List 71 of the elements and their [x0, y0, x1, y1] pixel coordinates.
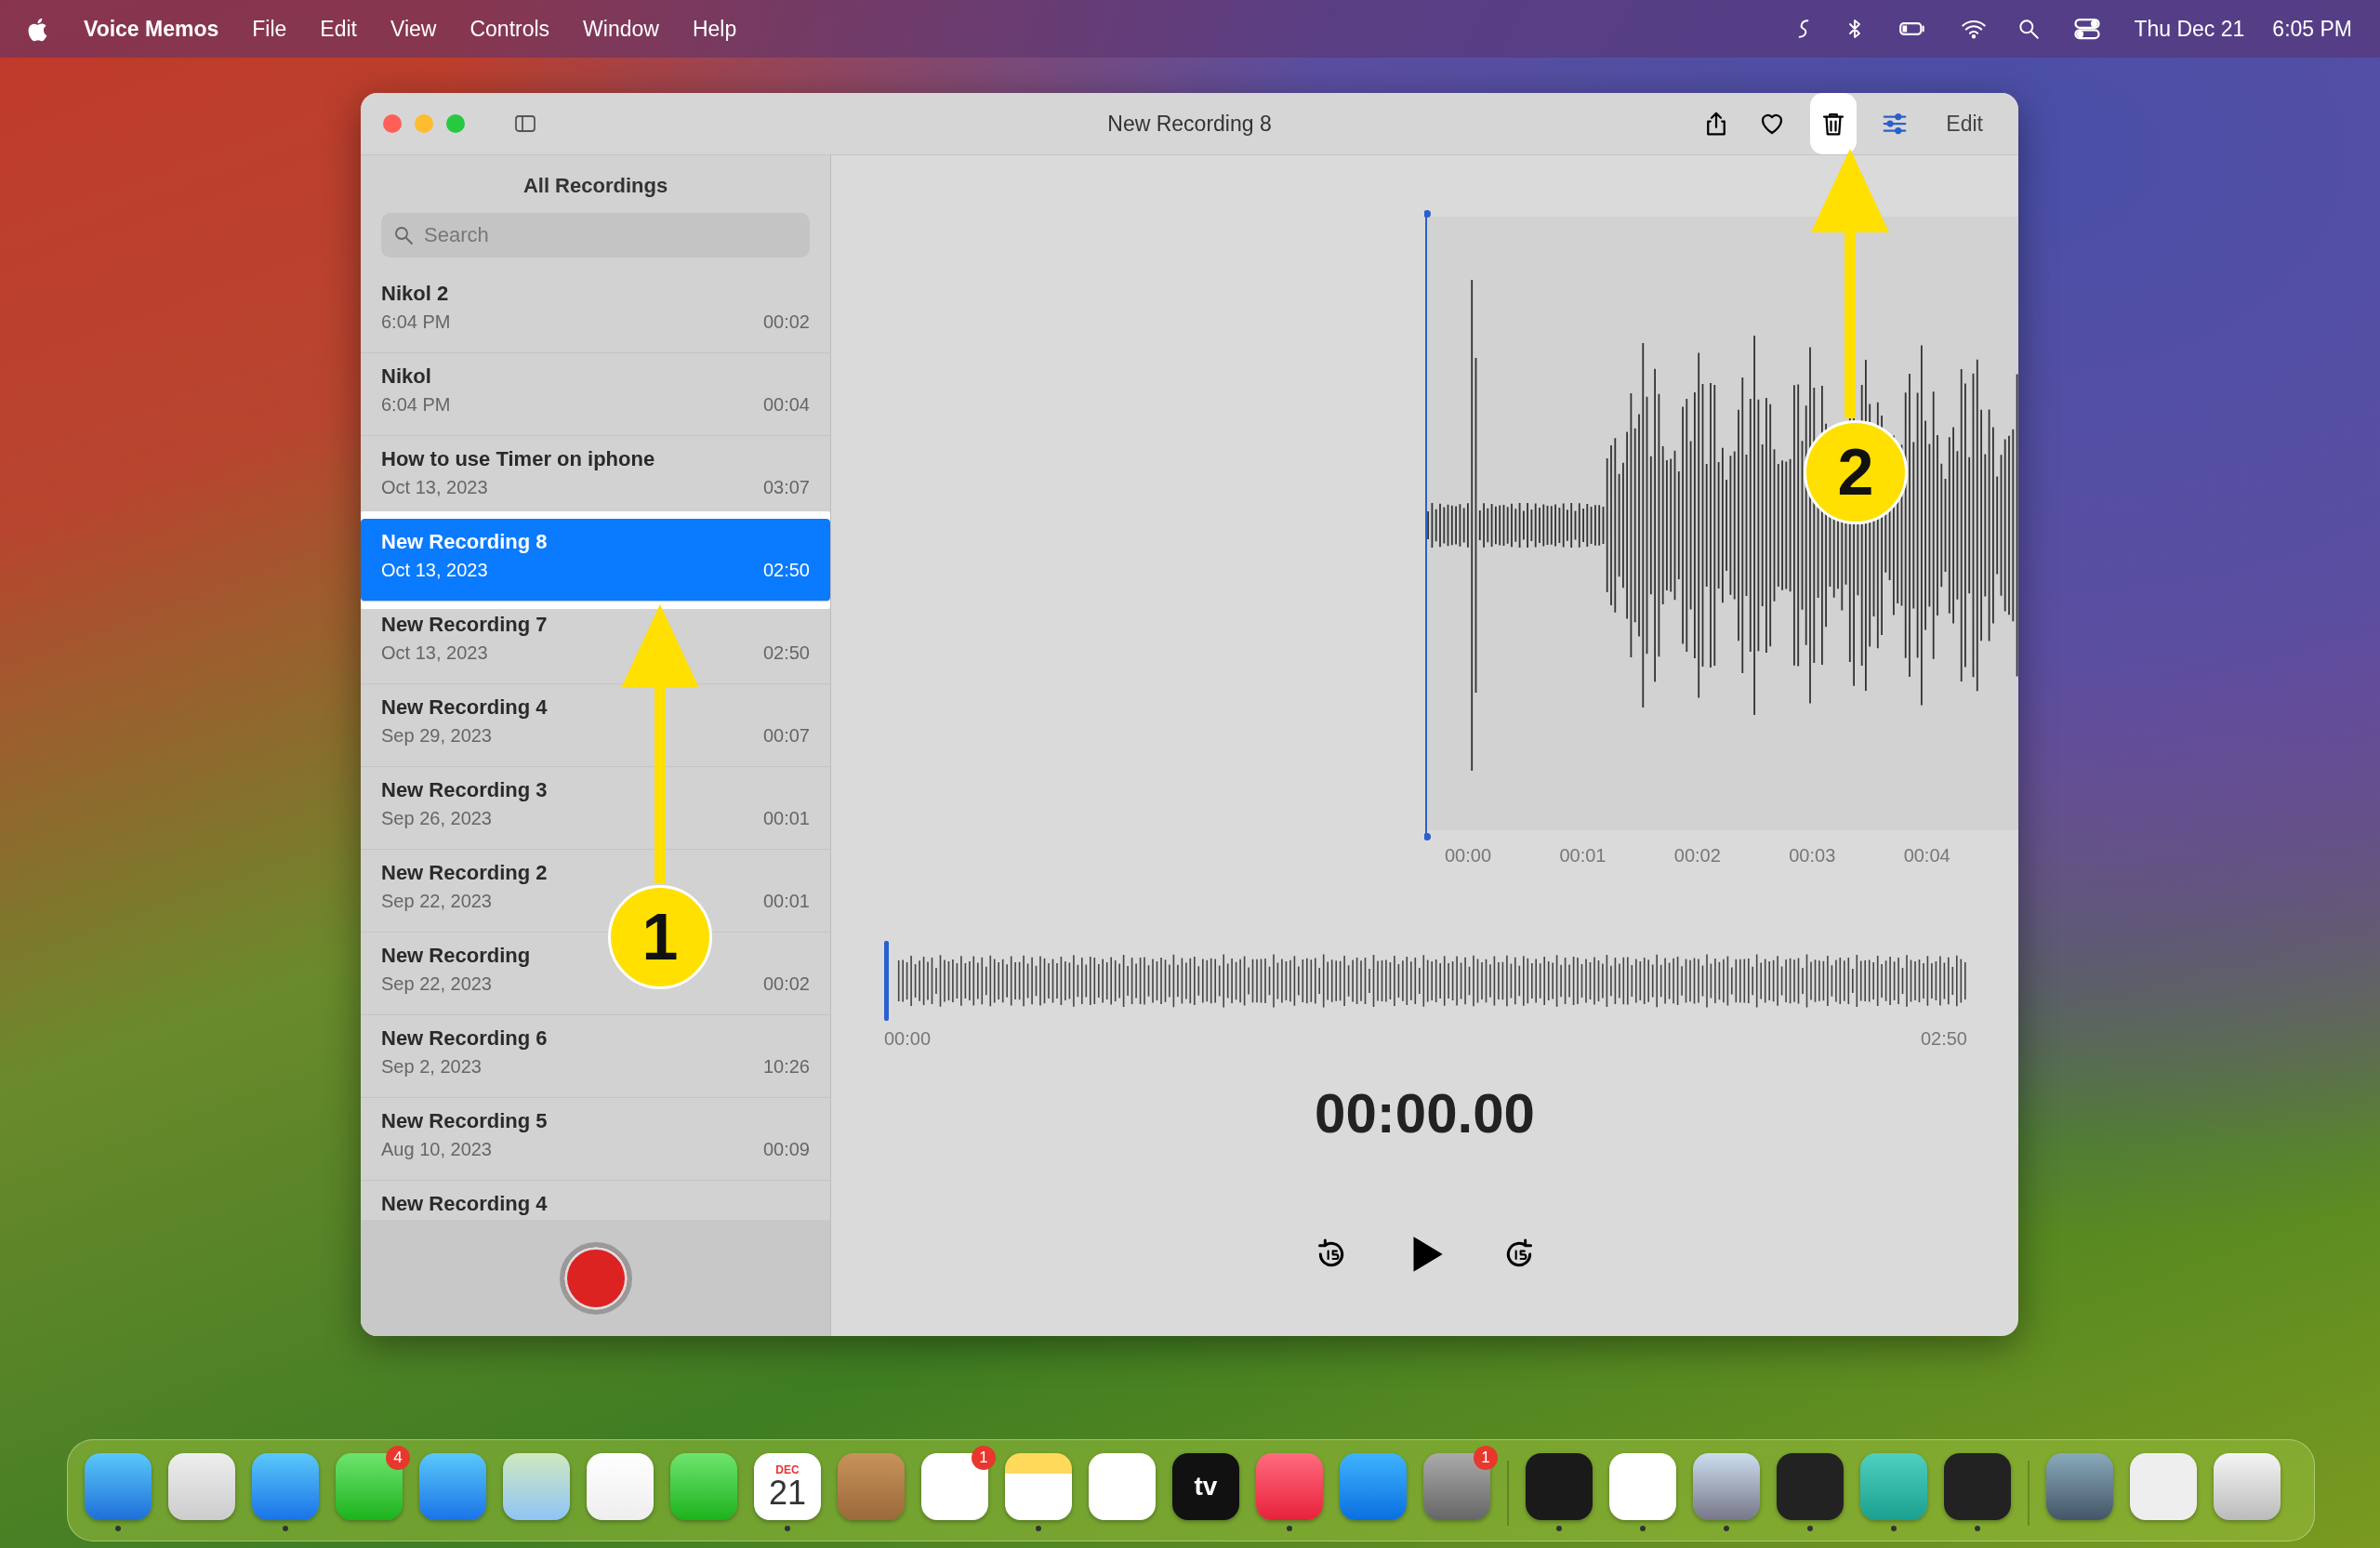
recording-name: New Recording 6 [381, 1026, 549, 1051]
recording-name: New Recording 5 [381, 1109, 549, 1133]
recording-date: 6:04 PM [381, 394, 451, 416]
timeline-label: 00:01 [1559, 845, 1607, 867]
recording-name: New Recording 4 [381, 695, 549, 720]
recording-date: Oct 13, 2023 [381, 477, 488, 498]
menu-item[interactable]: Window [583, 16, 659, 42]
calendar-icon[interactable]: DEC 21 [754, 1453, 821, 1520]
overview-waveform-drawing[interactable] [884, 941, 1967, 1021]
menu-item[interactable]: View [390, 16, 437, 42]
notification-badge: 1 [1474, 1446, 1498, 1470]
menu-item[interactable]: File [252, 16, 287, 42]
recording-date: Oct 13, 2023 [381, 642, 488, 664]
recording-date: Oct 13, 2023 [381, 560, 488, 581]
sidebar-heading: All Recordings [522, 173, 669, 199]
recording-date: Sep 22, 2023 [381, 891, 492, 912]
recording-name: How to use Timer on iphone [381, 447, 656, 471]
menu-item[interactable]: Edit [320, 16, 357, 42]
recording-name: New Recording 2 [381, 861, 549, 885]
delete-button[interactable] [1810, 93, 1858, 154]
timeline-label: 00:02 [1673, 845, 1722, 867]
menu-bar-time[interactable]: 6:05 PM [2272, 16, 2352, 42]
recording-duration: 00:01 [762, 808, 810, 829]
recording-duration: 00:02 [762, 311, 810, 333]
search-field[interactable]: Search [381, 213, 810, 258]
recording-date: Sep 2, 2023 [381, 1056, 482, 1078]
recording-duration: 00:01 [762, 891, 810, 912]
recording-date: Aug 10, 2023 [381, 1139, 492, 1160]
recording-duration: 00:04 [762, 394, 810, 416]
notification-badge: 4 [386, 1446, 410, 1470]
recording-duration: 00:09 [762, 1139, 810, 1160]
search-icon [392, 224, 415, 246]
menu-item[interactable]: Controls [469, 16, 550, 42]
recording-name: New Recording 4 [381, 1192, 549, 1216]
recording-row[interactable]: Nikol 2 6:04 PM 00:02 [361, 271, 830, 353]
search-icon [2016, 17, 2042, 41]
recording-duration: 00:07 [762, 725, 810, 747]
recording-duration: 02:50 [762, 642, 810, 664]
notification-badge: 1 [972, 1446, 996, 1470]
app-menu[interactable]: Voice Memos [84, 16, 219, 42]
recording-date: Sep 26, 2023 [381, 808, 492, 829]
recording-duration: 03:07 [762, 477, 810, 498]
recording-duration: 00:02 [762, 973, 810, 995]
timeline-label: 00:03 [1789, 845, 1837, 867]
menu-bar-date[interactable]: Thu Dec 21 [2134, 16, 2245, 42]
recording-date: 6:04 PM [381, 311, 451, 333]
close-button[interactable] [383, 114, 402, 133]
recording-date: Sep 22, 2023 [381, 973, 492, 995]
overview-end-time: 02:50 [1920, 1028, 1967, 1050]
recording-name: Nikol 2 [381, 282, 450, 306]
overview-start-time: 00:00 [884, 1028, 932, 1050]
recording-row[interactable]: Nikol 6:04 PM 00:04 [361, 353, 830, 436]
zoom-button[interactable] [446, 114, 465, 133]
timeline-label: 00:04 [1903, 845, 1951, 867]
recording-name: New Recording 3 [381, 778, 549, 802]
recording-row[interactable]: New Recording 5 Aug 10, 2023 00:09 [361, 1098, 830, 1181]
elapsed-time: 00:00.00 [1314, 1081, 1536, 1145]
menu-item[interactable]: Help [692, 16, 737, 42]
recording-name: Nikol [381, 364, 432, 389]
notepad-icon[interactable] [1005, 1453, 1072, 1520]
window-title: New Recording 8 [1107, 111, 1272, 137]
recording-duration: 10:26 [762, 1056, 810, 1078]
edit-button[interactable]: Edit [1933, 105, 1996, 142]
recording-name: New Recording [381, 944, 532, 968]
apple-tv-icon[interactable]: tv [1172, 1453, 1239, 1520]
recording-name: New Recording 8 [381, 530, 549, 554]
recording-duration: 02:50 [762, 560, 810, 581]
recording-date: Sep 29, 2023 [381, 725, 492, 747]
recording-name: New Recording 7 [381, 613, 549, 637]
timeline-label: 00:00 [1445, 845, 1493, 867]
recording-row[interactable]: New Recording 6 Sep 2, 2023 10:26 [361, 1015, 830, 1098]
